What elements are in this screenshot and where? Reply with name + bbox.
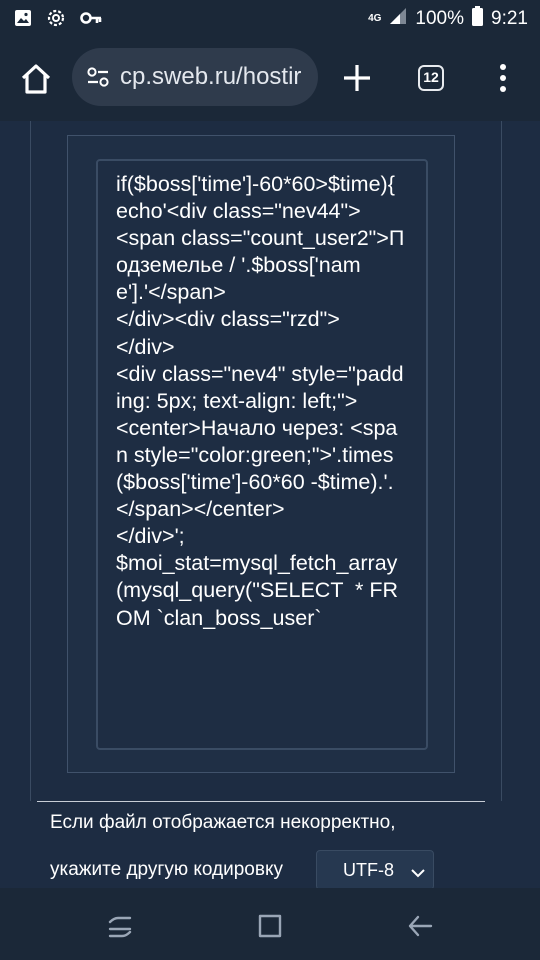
recents-icon[interactable] bbox=[106, 912, 134, 945]
key-icon bbox=[80, 11, 102, 30]
more-vert-icon bbox=[500, 64, 506, 92]
plus-icon bbox=[344, 65, 370, 91]
home-button[interactable] bbox=[18, 61, 54, 97]
code-viewer[interactable]: if($boss['time']-60*60>$time){ echo'<div… bbox=[96, 159, 428, 750]
back-icon[interactable] bbox=[406, 912, 434, 945]
gallery-icon bbox=[14, 9, 32, 32]
page-content: if($boss['time']-60*60>$time){ echo'<div… bbox=[0, 121, 540, 890]
navigation-bar bbox=[0, 888, 540, 960]
chevron-down-icon bbox=[411, 865, 425, 883]
new-tab-button[interactable] bbox=[340, 61, 374, 95]
site-settings-icon[interactable] bbox=[86, 66, 110, 93]
clock: 9:21 bbox=[491, 8, 528, 29]
menu-button[interactable] bbox=[494, 63, 512, 93]
encoding-value: UTF-8 bbox=[343, 860, 394, 880]
tab-switcher-button[interactable]: 12 bbox=[418, 65, 444, 91]
gear-icon bbox=[46, 8, 66, 33]
url-text: cp.sweb.ru/hostir bbox=[120, 63, 302, 90]
battery-percent: 100% bbox=[415, 8, 465, 29]
nav-home-icon[interactable] bbox=[256, 912, 284, 945]
browser-toolbar: cp.sweb.ru/hostir 12 bbox=[0, 37, 540, 121]
divider bbox=[37, 801, 485, 802]
address-bar[interactable]: cp.sweb.ru/hostir bbox=[72, 48, 318, 106]
encoding-hint-line1: Если файл отображается некорректно, bbox=[50, 812, 396, 833]
encoding-hint-line2: укажите другую кодировку bbox=[50, 859, 283, 880]
home-icon bbox=[21, 64, 51, 94]
signal-icon bbox=[389, 7, 407, 31]
status-bar: 4G 100% 9:21 bbox=[0, 0, 540, 37]
encoding-select[interactable]: UTF-8 bbox=[316, 850, 434, 890]
battery-icon bbox=[472, 6, 484, 32]
code-text: if($boss['time']-60*60>$time){ echo'<div… bbox=[116, 172, 405, 630]
network-label: 4G bbox=[368, 13, 382, 24]
